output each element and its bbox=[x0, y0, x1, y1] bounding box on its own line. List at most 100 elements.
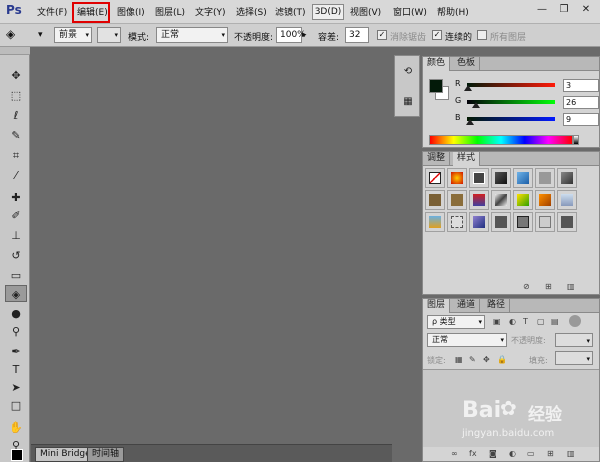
filter-pixel-icon[interactable]: ▣ bbox=[493, 317, 501, 326]
style-swatch-9[interactable] bbox=[447, 190, 467, 210]
history-brush-tool-icon[interactable]: ↺ bbox=[5, 247, 27, 264]
type-tool-icon[interactable]: T bbox=[5, 361, 27, 378]
history-panel-icon[interactable]: ⟲ bbox=[398, 62, 418, 82]
mode-select[interactable]: 正常 ▾ bbox=[156, 27, 228, 43]
tab-timeline[interactable]: 时间轴 bbox=[87, 447, 125, 462]
filter-adjustment-icon[interactable]: ◐ bbox=[509, 317, 516, 326]
menu-filter[interactable]: 滤镜(T) bbox=[275, 6, 306, 20]
opacity-dropdown-icon[interactable]: ▸ bbox=[302, 30, 307, 40]
eraser-tool-icon[interactable]: ▭ bbox=[5, 267, 27, 284]
blend-mode-select[interactable]: 正常 ▾ bbox=[427, 333, 507, 347]
green-slider-track[interactable] bbox=[467, 100, 555, 104]
link-layers-icon[interactable]: ∞ bbox=[451, 449, 458, 458]
tool-preset-chevron-icon[interactable]: ▾ bbox=[38, 30, 43, 40]
tab-channels[interactable]: 通道 bbox=[453, 299, 481, 313]
blur-tool-icon[interactable]: ● bbox=[5, 305, 27, 322]
eyedropper-tool-icon[interactable]: ⁄ bbox=[5, 167, 27, 184]
pattern-picker[interactable]: ▾ bbox=[97, 27, 121, 43]
lasso-tool-icon[interactable]: ℓ bbox=[5, 107, 27, 124]
style-none[interactable] bbox=[425, 168, 445, 188]
filter-shape-icon[interactable]: ▢ bbox=[537, 317, 545, 326]
style-swatch-3[interactable] bbox=[469, 168, 489, 188]
style-swatch-11[interactable] bbox=[491, 190, 511, 210]
healing-brush-tool-icon[interactable]: ✚ bbox=[5, 189, 27, 206]
all-layers-checkbox[interactable] bbox=[477, 30, 487, 40]
style-swatch-21[interactable] bbox=[557, 212, 577, 232]
filter-type-icon[interactable]: T bbox=[523, 317, 528, 326]
style-swatch-2[interactable] bbox=[447, 168, 467, 188]
style-swatch-13[interactable] bbox=[535, 190, 555, 210]
lock-all-icon[interactable]: 🔒 bbox=[497, 355, 507, 364]
clear-style-icon[interactable]: ⊘ bbox=[523, 282, 530, 291]
fill-source-select[interactable]: 前景 ▾ bbox=[54, 27, 92, 43]
red-slider-thumb[interactable] bbox=[464, 85, 473, 91]
style-swatch-8[interactable] bbox=[425, 190, 445, 210]
style-swatch-17[interactable] bbox=[469, 212, 489, 232]
move-tool-icon[interactable]: ✥ bbox=[5, 67, 27, 84]
red-value-input[interactable]: 3 bbox=[563, 79, 599, 92]
brush-tool-icon[interactable]: ✐ bbox=[5, 207, 27, 224]
tools-panel-grip[interactable] bbox=[0, 47, 30, 55]
menu-3d[interactable]: 3D(D) bbox=[312, 4, 344, 20]
layer-mask-icon[interactable]: ◙ bbox=[489, 449, 497, 458]
restore-button[interactable]: ❐ bbox=[556, 2, 572, 18]
new-group-icon[interactable]: ▭ bbox=[527, 449, 535, 458]
delete-style-icon[interactable]: ▥ bbox=[567, 282, 575, 291]
style-swatch-18[interactable] bbox=[491, 212, 511, 232]
opacity-input[interactable]: 100% bbox=[276, 27, 306, 43]
layer-kind-filter[interactable]: ρ 类型 ▾ bbox=[427, 315, 485, 329]
style-swatch-20[interactable] bbox=[535, 212, 555, 232]
new-style-icon[interactable]: ⊞ bbox=[545, 282, 552, 291]
menu-type[interactable]: 文字(Y) bbox=[195, 6, 226, 20]
black-white-ramp[interactable] bbox=[573, 135, 579, 145]
style-swatch-5[interactable] bbox=[513, 168, 533, 188]
minimize-button[interactable]: — bbox=[534, 2, 550, 18]
tolerance-input[interactable]: 32 bbox=[345, 27, 369, 43]
style-swatch-16[interactable] bbox=[447, 212, 467, 232]
quick-select-tool-icon[interactable]: ✎ bbox=[5, 127, 27, 144]
menu-help[interactable]: 帮助(H) bbox=[437, 6, 469, 20]
rectangle-tool-icon[interactable]: □ bbox=[5, 397, 27, 414]
layer-opacity-input[interactable]: ▾ bbox=[555, 333, 593, 347]
marquee-tool-icon[interactable]: ⬚ bbox=[5, 87, 27, 104]
style-swatch-12[interactable] bbox=[513, 190, 533, 210]
menu-file[interactable]: 文件(F) bbox=[37, 6, 67, 20]
tab-color[interactable]: 颜色 bbox=[423, 57, 451, 71]
foreground-color-box[interactable] bbox=[429, 79, 443, 93]
layer-style-icon[interactable]: fx bbox=[469, 449, 477, 458]
delete-layer-icon[interactable]: ▥ bbox=[567, 449, 575, 458]
menu-image[interactable]: 图像(I) bbox=[117, 6, 145, 20]
filter-toggle-icon[interactable] bbox=[569, 315, 581, 327]
style-swatch-7[interactable] bbox=[557, 168, 577, 188]
blue-slider-thumb[interactable] bbox=[466, 119, 475, 125]
pen-tool-icon[interactable]: ✒ bbox=[5, 343, 27, 360]
style-swatch-10[interactable] bbox=[469, 190, 489, 210]
path-selection-tool-icon[interactable]: ➤ bbox=[5, 379, 27, 396]
menu-select[interactable]: 选择(S) bbox=[236, 6, 267, 20]
menu-window[interactable]: 窗口(W) bbox=[393, 6, 427, 20]
document-canvas-area[interactable] bbox=[31, 47, 392, 444]
tab-swatches[interactable]: 色板 bbox=[453, 57, 481, 71]
style-swatch-19[interactable] bbox=[513, 212, 533, 232]
tab-layers[interactable]: 图层 bbox=[423, 299, 451, 313]
paint-bucket-tool-icon[interactable]: ◈ bbox=[5, 285, 27, 302]
contiguous-checkbox[interactable]: ✓ bbox=[432, 30, 442, 40]
style-swatch-6[interactable] bbox=[535, 168, 555, 188]
antialias-checkbox[interactable]: ✓ bbox=[377, 30, 387, 40]
filter-smart-object-icon[interactable]: ▤ bbox=[551, 317, 559, 326]
style-swatch-15[interactable] bbox=[425, 212, 445, 232]
new-layer-icon[interactable]: ⊞ bbox=[547, 449, 554, 458]
menu-view[interactable]: 视图(V) bbox=[350, 6, 381, 20]
green-value-input[interactable]: 26 bbox=[563, 96, 599, 109]
lock-transparent-icon[interactable]: ▦ bbox=[455, 355, 463, 364]
menu-layer[interactable]: 图层(L) bbox=[155, 6, 185, 20]
tab-adjustments[interactable]: 调整 bbox=[423, 152, 451, 166]
dodge-tool-icon[interactable]: ⚲ bbox=[5, 323, 27, 340]
style-swatch-14[interactable] bbox=[557, 190, 577, 210]
properties-panel-icon[interactable]: ▦ bbox=[398, 92, 418, 112]
paint-bucket-tool-icon[interactable]: ◈ bbox=[6, 27, 15, 41]
clone-stamp-tool-icon[interactable]: ⊥ bbox=[5, 227, 27, 244]
tab-paths[interactable]: 路径 bbox=[483, 299, 511, 313]
red-slider-track[interactable] bbox=[467, 83, 555, 87]
foreground-color-swatch[interactable] bbox=[11, 449, 23, 461]
